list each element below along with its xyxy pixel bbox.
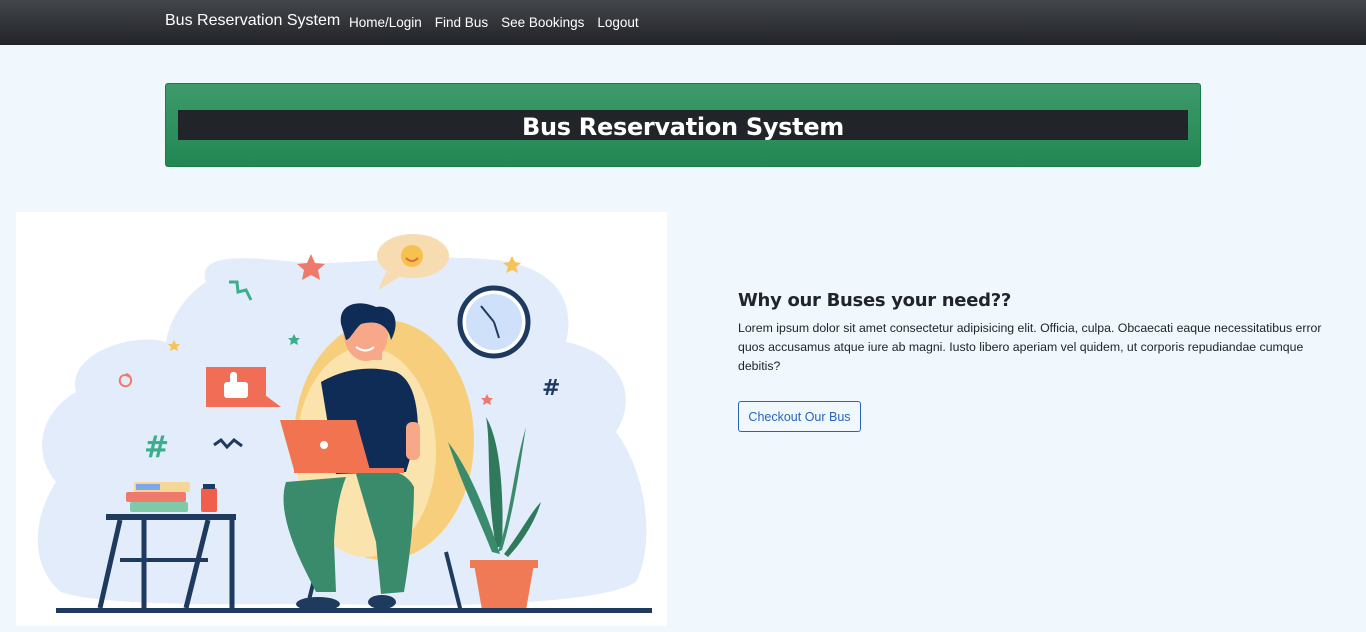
nav-link-find-bus[interactable]: Find Bus [435, 15, 488, 30]
svg-text:#: # [542, 376, 560, 401]
info-section: Why our Buses your need?? Lorem ipsum do… [738, 290, 1328, 432]
top-navbar: Bus Reservation System Home/Login Find B… [0, 0, 1366, 45]
info-paragraph: Lorem ipsum dolor sit amet consectetur a… [738, 321, 1322, 373]
nav-link-home-login[interactable]: Home/Login [349, 15, 422, 30]
navbar-brand[interactable]: Bus Reservation System [165, 12, 340, 30]
svg-text:#: # [144, 430, 169, 465]
hero-title-bar: Bus Reservation System [178, 110, 1188, 141]
nav-link-logout[interactable]: Logout [597, 15, 638, 30]
nav-links: Home/Login Find Bus See Bookings Logout [349, 15, 652, 30]
info-heading: Why our Buses your need?? [738, 290, 1011, 311]
hero-illustration: # # [16, 212, 667, 626]
nav-link-see-bookings[interactable]: See Bookings [501, 15, 584, 30]
person-working-on-laptop-illustration: # # [37, 234, 652, 613]
hero-banner: Bus Reservation System [165, 83, 1201, 167]
checkout-our-bus-button[interactable]: Checkout Our Bus [738, 401, 861, 432]
hero-title: Bus Reservation System [521, 113, 845, 141]
